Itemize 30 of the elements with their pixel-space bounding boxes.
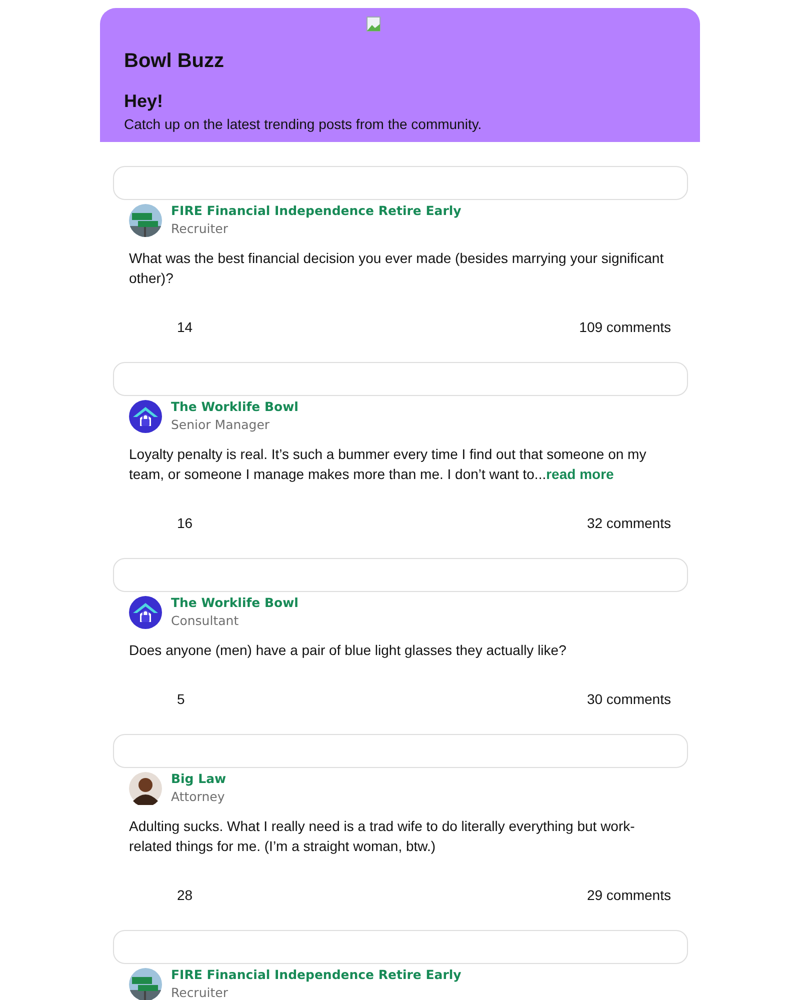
app-title: Bowl Buzz [124, 50, 224, 73]
bowl-name[interactable]: Big Law [171, 770, 226, 788]
bowl-name[interactable]: FIRE Financial Independence Retire Early [171, 966, 462, 984]
like-count: 28 [177, 887, 193, 903]
comment-count[interactable]: 32 comments [586, 515, 671, 531]
bowl-name[interactable]: FIRE Financial Independence Retire Early [171, 202, 462, 220]
author-role: Senior Manager [171, 416, 270, 434]
like-count: 16 [177, 515, 193, 531]
post-text: Does anyone (men) have a pair of blue light glasses they actually like? [129, 641, 568, 660]
comment-count[interactable]: 29 comments [586, 887, 671, 903]
author-role: Recruiter [171, 220, 228, 238]
house-icon [129, 400, 162, 432]
bowl-name[interactable]: The Worklife Bowl [171, 398, 298, 416]
post-text: Adulting sucks. What I really need is a trad wife to do literally everything but work-related things for me. (I’m a straight woman, btw.) [129, 817, 636, 856]
greeting: Hey! [124, 91, 164, 112]
read-more-link[interactable]: read more [546, 466, 614, 482]
avatar-icon [129, 772, 162, 804]
like-count: 5 [177, 691, 185, 707]
broken-image-icon [366, 16, 382, 32]
post-text: What was the best financial decision you ever made (besides marrying your significant other)? [129, 249, 665, 288]
comment-count[interactable]: 30 comments [586, 691, 671, 707]
author-role: Consultant [171, 612, 239, 630]
subtitle: Catch up on the latest trending posts from the community. [124, 116, 482, 132]
post-text: Loyalty penalty is real. It’s such a bummer every time I find out that someone on my team, or someone I manage makes more than me. I don’t want to...read more [129, 445, 648, 484]
house-icon [129, 596, 162, 628]
bowl-name[interactable]: The Worklife Bowl [171, 594, 298, 612]
comment-count[interactable]: 109 comments [579, 319, 671, 335]
author-role: Recruiter [171, 984, 228, 1000]
author-role: Attorney [171, 788, 225, 806]
like-count: 14 [177, 319, 193, 335]
